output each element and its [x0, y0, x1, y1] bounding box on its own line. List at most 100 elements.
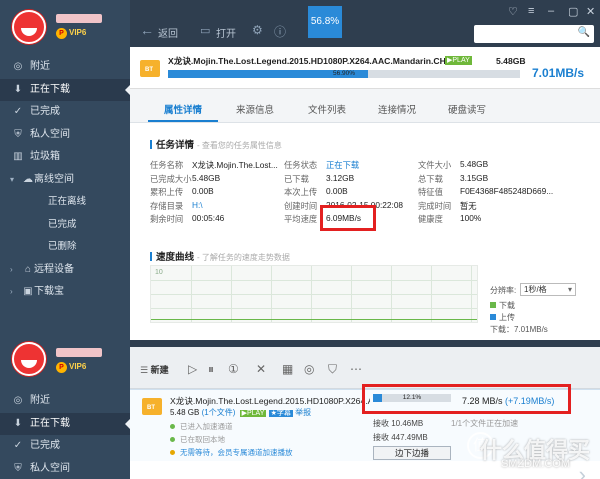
download-speed-readout: 下载：7.01MB/s	[490, 325, 548, 334]
sidebar-item-label: 正在离线	[48, 196, 87, 207]
file-name: X龙诀.Mojin.The.Lost.Legend.2015.HD1080P.X…	[168, 56, 468, 66]
current-file-row[interactable]: X龙诀.Mojin.The.Lost.Legend.2015.HD1080P.X…	[130, 47, 600, 89]
detail-value[interactable]: 正在下载	[326, 159, 359, 171]
accel-status-2: 已在取回本地	[170, 434, 225, 445]
tab-file-list[interactable]: 文件列表	[308, 102, 346, 116]
sidebar-item-1[interactable]: ⬇ 正在下载	[0, 412, 130, 435]
open-button[interactable]: 打开	[216, 25, 236, 40]
detail-key: 平均速度	[284, 214, 318, 224]
play-badge[interactable]: ▶PLAY	[445, 56, 472, 65]
schedule-icon[interactable]: ◎	[304, 362, 314, 376]
detail-field: 累积上传 0.00B	[150, 186, 214, 198]
play-while-downloading-button[interactable]: 边下边播	[373, 446, 451, 460]
back-arrow-icon[interactable]: ←	[140, 22, 154, 38]
sidebar-item-3[interactable]: ⛨ 私人空间	[0, 458, 130, 479]
tab-disk-io[interactable]: 硬盘读写	[448, 102, 486, 116]
detail-key: 特征值	[418, 187, 443, 197]
detail-value: 3.12GB	[326, 172, 355, 183]
accel-queue-text: 1/1个文件正在加速	[451, 419, 519, 428]
detail-key: 健康度	[418, 214, 443, 224]
settings-icon[interactable]: ⚙	[252, 23, 263, 37]
toolbar-strip	[130, 340, 600, 347]
category-icon[interactable]: ▦	[282, 362, 293, 376]
sidebar-item-label: 离线空间	[34, 173, 74, 185]
sidebar-nav: ◎ 附近 ⬇ 正在下载 ✓ 已完成 ⛨ 私人空间	[0, 390, 130, 479]
sidebar-item-8[interactable]: 已删除	[0, 236, 130, 259]
vip-channel-link[interactable]: 无需等待，会员专属通道加速播放	[170, 447, 293, 458]
report-link[interactable]: 举报	[295, 408, 311, 417]
chevron-right-icon[interactable]: ›	[10, 281, 13, 304]
cloud-icon: ☁	[23, 173, 33, 185]
back-button[interactable]: 返回	[158, 25, 178, 40]
new-task-button[interactable]: 新建	[140, 363, 169, 376]
sidebar-item-label: 已删除	[48, 241, 77, 252]
subtitle-badge[interactable]: ★字幕	[268, 410, 293, 417]
detail-field: 创建时间 2016-02-15 00:22:08	[284, 200, 403, 212]
detail-key: 任务名称	[150, 160, 184, 170]
lock-icon: ⛨	[14, 462, 22, 474]
delete-icon[interactable]: ✕	[256, 362, 266, 376]
detail-field: 存储目录 H:\	[150, 200, 203, 212]
detail-value: X龙诀.Mojin.The.Lost...	[192, 160, 278, 170]
start-icon[interactable]: ▷	[188, 362, 197, 376]
minimize-icon[interactable]: –	[548, 5, 554, 17]
detail-field: 本次上传 0.00B	[284, 186, 348, 198]
search-input[interactable]: 🔍	[474, 25, 594, 43]
detail-value[interactable]: H:\	[192, 200, 203, 210]
info-icon[interactable]: ⓘ	[274, 23, 286, 40]
detail-value: 00:05:46	[192, 213, 225, 223]
username-blurred	[56, 348, 102, 357]
detail-tabs: 属性详情 来源信息 文件列表 连接情况 硬盘读写	[130, 89, 600, 123]
sidebar-item-6[interactable]: 正在离线	[0, 191, 130, 214]
chevron-down-icon[interactable]: ▾	[10, 169, 14, 192]
sidebar-item-5[interactable]: ☁ ▾ 离线空间	[0, 169, 130, 192]
sidebar-item-1[interactable]: ⬇ 正在下载	[0, 78, 130, 101]
task-file-count[interactable]: (1个文件)	[202, 408, 236, 417]
user-avatar[interactable]	[12, 342, 46, 376]
maximize-icon[interactable]: ▢	[568, 5, 578, 18]
sidebar-item-3[interactable]: ⛨ 私人空间	[0, 124, 130, 147]
sidebar-item-10[interactable]: ▣ › 下载宝	[0, 281, 130, 304]
resolution-label: 分辨率:	[490, 286, 517, 295]
sidebar-item-4[interactable]: ▥ 垃圾箱	[0, 146, 130, 169]
speed-curve-chart: 10	[150, 265, 478, 323]
resolution-select[interactable]: 1秒/格	[520, 283, 576, 296]
tab-source[interactable]: 来源信息	[236, 102, 274, 116]
sidebar-item-7[interactable]: 已完成	[0, 214, 130, 237]
detail-key: 创建时间	[284, 200, 318, 211]
task-detail-heading: 任务详情 - 查看您的任务属性信息	[150, 137, 282, 151]
close-icon[interactable]: ✕	[586, 5, 595, 18]
sidebar-item-9[interactable]: ⌂ › 远程设备	[0, 259, 130, 282]
sidebar-item-0[interactable]: ◎ 附近	[0, 390, 130, 413]
menu-icon[interactable]: ≡	[528, 5, 534, 17]
detail-value: 100%	[460, 213, 482, 223]
detail-value: 0.00B	[326, 186, 348, 196]
avg-speed-highlight	[320, 205, 376, 231]
skin-icon[interactable]: ♡	[508, 5, 518, 18]
open-folder-icon[interactable]: ▭	[200, 24, 210, 37]
more-icon[interactable]: ⋯	[350, 362, 362, 376]
detail-field: 健康度 100%	[418, 213, 481, 225]
sidebar-nav: ◎ 附近 ⬇ 正在下载 ✓ 已完成 ⛨ 私人空间 ▥ 垃圾箱 ☁ ▾ 离线空间正在离线已完成已删除 ⌂ › 远…	[0, 56, 130, 304]
sidebar-item-label: 已完成	[48, 218, 77, 230]
priority-icon[interactable]: ①	[228, 362, 239, 376]
xunlei-task-list-window: PVIP6 ◎附近⬇正在下载✓已完成⛨私人空间 🔍 新建 ▷ ⏸ ① ✕ ▦ ◎…	[0, 340, 600, 479]
detail-value: 5.48GB	[460, 159, 489, 169]
search-icon: 🔍	[577, 27, 590, 38]
download-speed: 7.01MB/s	[532, 66, 585, 80]
tab-connections[interactable]: 连接情况	[378, 102, 416, 116]
user-avatar[interactable]	[12, 10, 46, 44]
sidebar-item-2[interactable]: ✓ 已完成	[0, 435, 130, 458]
tab-properties[interactable]: 属性详情	[147, 102, 219, 122]
pause-icon[interactable]: ⏸	[208, 362, 214, 377]
shield-icon[interactable]: ⛉	[328, 362, 337, 377]
sidebar-item-label: 私人空间	[30, 462, 70, 474]
sidebar-item-2[interactable]: ✓ 已完成	[0, 101, 130, 124]
location-icon: ◎	[13, 395, 23, 406]
legend-download-swatch	[490, 302, 496, 308]
legend-upload: 上传	[490, 312, 515, 323]
sidebar-item-0[interactable]: ◎ 附近	[0, 56, 130, 79]
play-badge[interactable]: ▶PLAY	[239, 410, 267, 417]
chevron-right-icon[interactable]: ›	[10, 259, 13, 282]
username-blurred	[56, 14, 102, 23]
